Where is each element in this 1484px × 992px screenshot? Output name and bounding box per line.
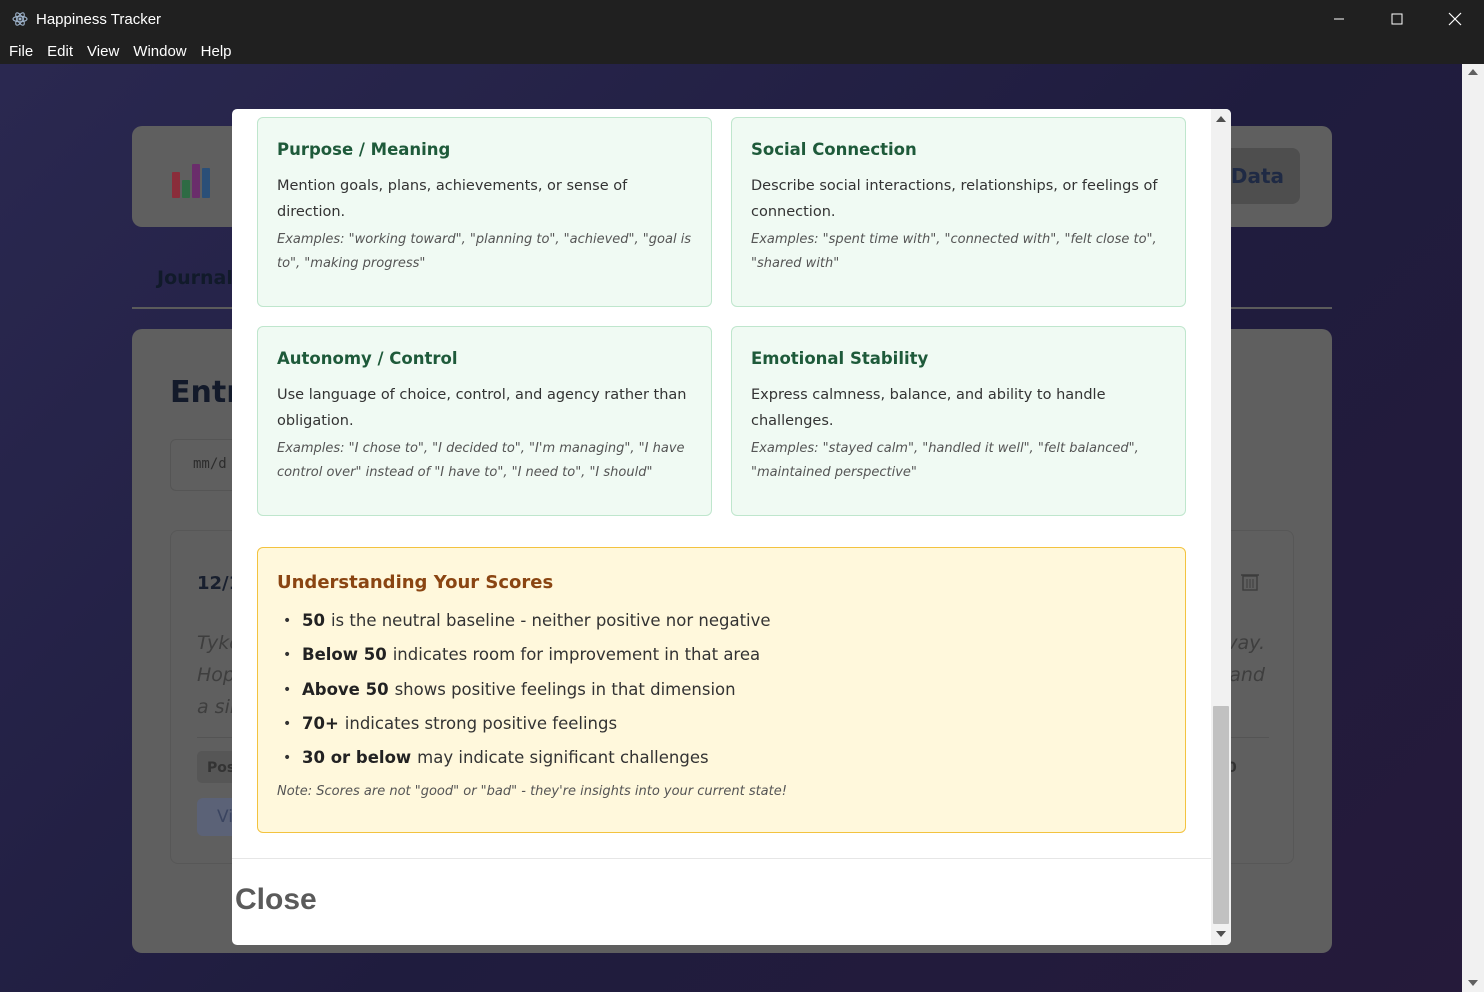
menu-view[interactable]: View — [80, 43, 126, 60]
category-card-purpose: Purpose / Meaning Mention goals, plans, … — [257, 117, 712, 307]
scroll-down-icon[interactable] — [1216, 931, 1226, 937]
category-card-autonomy: Autonomy / Control Use language of choic… — [257, 326, 712, 516]
close-window-button[interactable] — [1426, 0, 1484, 38]
modal-footer-divider — [232, 858, 1211, 859]
category-title: Autonomy / Control — [277, 349, 458, 368]
scoring-guide-modal: Purpose / Meaning Mention goals, plans, … — [232, 109, 1231, 945]
bar-chart-icon — [170, 158, 210, 198]
title-bar: Happiness Tracker — [0, 0, 1484, 38]
scroll-up-icon[interactable] — [1468, 69, 1478, 75]
minimize-button[interactable] — [1310, 0, 1368, 38]
category-description: Describe social interactions, relationsh… — [751, 178, 1158, 220]
entry-text-right: vay. and — [1226, 632, 1265, 686]
scores-list: • 50 is the neutral baseline - neither pos… — [277, 609, 1166, 780]
category-description: Use language of choice, control, and age… — [277, 387, 687, 429]
scrollbar-thumb[interactable] — [1213, 706, 1229, 924]
window-title: Happiness Tracker — [36, 10, 162, 28]
menu-bar: File Edit View Window Help — [0, 38, 1484, 64]
category-description: Mention goals, plans, achievements, or s… — [277, 178, 628, 220]
close-button[interactable]: Close — [235, 883, 317, 917]
menu-file[interactable]: File — [2, 43, 40, 60]
list-item: • 30 or below may indicate significant cha… — [283, 748, 709, 768]
scores-title: Understanding Your Scores — [277, 572, 554, 593]
category-card-emotional-stability: Emotional Stability Express calmness, ba… — [731, 326, 1186, 516]
category-title: Purpose / Meaning — [277, 140, 451, 159]
category-examples: Examples: "I chose to", "I decided to", … — [277, 441, 685, 480]
category-examples: Examples: "spent time with", "connected … — [751, 232, 1157, 271]
window-scrollbar[interactable] — [1462, 64, 1484, 992]
list-item: • 50 is the neutral baseline - neither pos… — [283, 611, 771, 630]
scroll-up-icon[interactable] — [1216, 116, 1226, 122]
understanding-scores-box: Understanding Your Scores • 50 is the neut… — [257, 547, 1186, 833]
modal-scrollbar[interactable] — [1211, 109, 1231, 945]
minimize-icon — [1334, 18, 1344, 20]
list-item: • Below 50 indicates room for improvement … — [283, 645, 761, 665]
category-card-social: Social Connection Describe social intera… — [731, 117, 1186, 307]
menu-help[interactable]: Help — [194, 43, 239, 60]
close-icon — [1448, 12, 1462, 26]
category-title: Emotional Stability — [751, 349, 929, 368]
menu-edit[interactable]: Edit — [40, 43, 80, 60]
maximize-button[interactable] — [1368, 0, 1426, 38]
list-item: • Above 50 shows positive feelings in that… — [283, 679, 736, 699]
menu-window[interactable]: Window — [126, 43, 193, 60]
category-description: Express calmness, balance, and ability t… — [751, 387, 1106, 429]
category-title: Social Connection — [751, 140, 917, 159]
scroll-down-icon[interactable] — [1468, 980, 1478, 986]
list-item: • 70+ indicates strong positive feelings — [283, 713, 618, 733]
scores-note: Note: Scores are not "good" or "bad" - t… — [277, 784, 787, 800]
tab-journal[interactable]: Journal — [157, 267, 233, 289]
maximize-icon — [1391, 13, 1403, 25]
category-examples: Examples: "working toward", "planning to… — [277, 232, 692, 271]
category-examples: Examples: "stayed calm", "handled it wel… — [751, 441, 1139, 480]
trash-icon[interactable] — [1241, 571, 1259, 591]
atom-icon — [12, 11, 28, 27]
